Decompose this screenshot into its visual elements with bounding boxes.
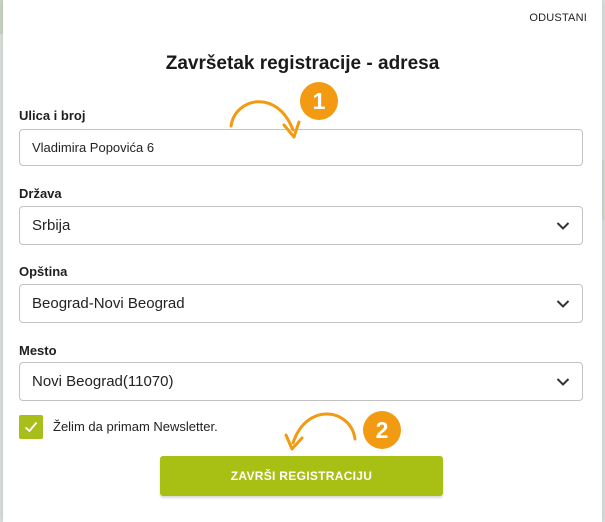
street-label: Ulica i broj bbox=[19, 108, 86, 123]
municipality-select[interactable]: Beograd-Novi Beograd bbox=[19, 284, 583, 323]
municipality-select-value: Beograd-Novi Beograd bbox=[32, 295, 185, 312]
cancel-link[interactable]: ODUSTANI bbox=[529, 12, 587, 24]
newsletter-checkbox[interactable] bbox=[19, 415, 43, 439]
registration-address-dialog: ODUSTANI Završetak registracije - adresa… bbox=[3, 0, 602, 522]
dialog-title: Završetak registracije - adresa bbox=[165, 53, 440, 74]
checkmark-icon bbox=[24, 421, 38, 433]
chevron-down-icon bbox=[556, 299, 570, 308]
municipality-label: Opština bbox=[19, 264, 68, 279]
country-select[interactable]: Srbija bbox=[19, 206, 583, 245]
newsletter-label[interactable]: Želim da primam Newsletter. bbox=[53, 419, 218, 434]
country-label: Država bbox=[19, 186, 62, 201]
finish-registration-button[interactable]: ZAVRŠI REGISTRACIJU bbox=[160, 456, 443, 496]
street-input-value: Vladimira Popovića 6 bbox=[32, 140, 155, 155]
place-label: Mesto bbox=[19, 343, 57, 358]
step-1-badge: 1 bbox=[300, 82, 338, 120]
step-2-badge: 2 bbox=[363, 411, 401, 449]
place-select[interactable]: Novi Beograd(11070) bbox=[19, 362, 583, 401]
chevron-down-icon bbox=[556, 377, 570, 386]
country-select-value: Srbija bbox=[32, 217, 71, 234]
place-select-value: Novi Beograd(11070) bbox=[32, 373, 174, 390]
curved-arrow-icon bbox=[284, 412, 357, 451]
curved-arrow-icon bbox=[229, 100, 301, 139]
chevron-down-icon bbox=[556, 221, 570, 230]
